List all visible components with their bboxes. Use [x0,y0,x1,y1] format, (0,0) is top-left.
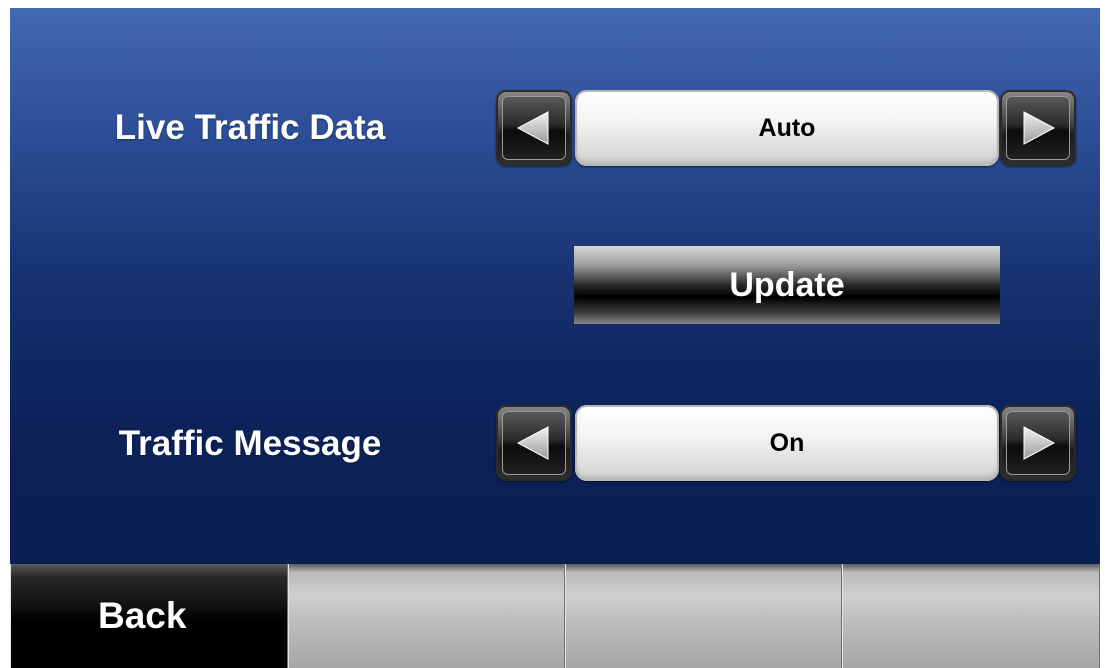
bottom-tab-2[interactable] [288,564,565,668]
bottom-tab-bar: Back [10,564,1100,668]
traffic-message-next-button[interactable] [1000,405,1076,481]
live-traffic-prev-button[interactable] [496,90,572,166]
bottom-tab-3[interactable] [565,564,842,668]
update-button[interactable]: Update [574,246,1000,324]
live-traffic-value-selector[interactable]: Auto [575,90,999,166]
left-arrow-icon [516,111,549,145]
bottom-tab-4[interactable] [842,564,1100,668]
left-arrow-icon [516,426,549,460]
traffic-message-label: Traffic Message [118,424,382,463]
traffic-message-prev-button[interactable] [496,405,572,481]
traffic-settings-screen: Live Traffic Data Auto Update Traffic Me… [10,8,1100,668]
settings-panel: Live Traffic Data Auto Update Traffic Me… [10,8,1100,564]
back-button[interactable]: Back [10,564,288,668]
traffic-message-value-selector[interactable]: On [575,405,999,481]
right-arrow-icon [1023,111,1056,145]
live-traffic-next-button[interactable] [1000,90,1076,166]
live-traffic-data-label: Live Traffic Data [114,108,386,147]
right-arrow-icon [1023,426,1056,460]
